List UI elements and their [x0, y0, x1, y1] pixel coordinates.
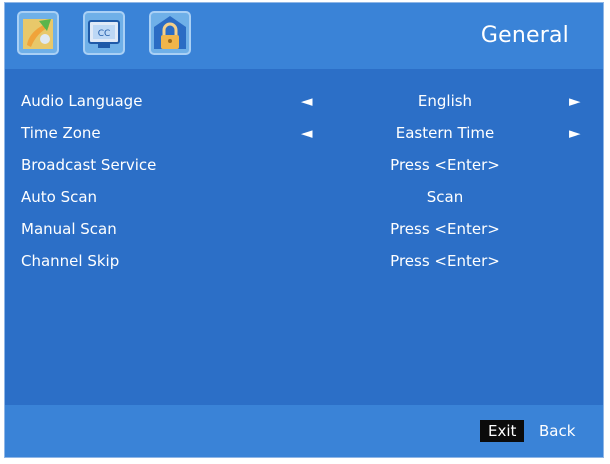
back-label: Back — [539, 422, 576, 440]
header-bar: CC General — [5, 3, 603, 69]
menu-item-label: Audio Language — [21, 92, 143, 110]
menu-item-manual-scan[interactable]: Manual Scan Press <Enter> — [5, 213, 603, 245]
right-arrow-icon[interactable]: ► — [569, 117, 581, 149]
settings-menu: Audio Language ◄ English ► Time Zone ◄ E… — [5, 85, 603, 277]
menu-item-channel-skip[interactable]: Channel Skip Press <Enter> — [5, 245, 603, 277]
menu-item-label: Channel Skip — [21, 252, 120, 270]
menu-item-value: Press <Enter> — [390, 220, 500, 238]
exit-button[interactable]: Exit — [480, 420, 525, 442]
page-title: General — [480, 23, 569, 48]
menu-item-label: Auto Scan — [21, 188, 98, 206]
footer-bar: Exit Back — [5, 405, 603, 457]
left-arrow-icon[interactable]: ◄ — [301, 85, 313, 117]
lock-icon[interactable] — [149, 11, 191, 55]
menu-item-value: English — [417, 92, 473, 110]
svg-text:CC: CC — [98, 29, 111, 39]
osd-panel: CC General Audio Language ◄ English ► Ti… — [4, 2, 604, 458]
picture-icon[interactable] — [17, 11, 59, 55]
menu-item-time-zone[interactable]: Time Zone ◄ Eastern Time ► — [5, 117, 603, 149]
right-arrow-icon[interactable]: ► — [569, 85, 581, 117]
menu-item-label: Manual Scan — [21, 220, 117, 238]
left-arrow-icon[interactable]: ◄ — [301, 117, 313, 149]
menu-item-broadcast-service[interactable]: Broadcast Service Press <Enter> — [5, 149, 603, 181]
menu-item-value: Press <Enter> — [390, 252, 500, 270]
menu-item-value: Eastern Time — [395, 124, 495, 142]
menu-item-label: Broadcast Service — [21, 156, 157, 174]
menu-item-value: Scan — [426, 188, 464, 206]
menu-item-value: Press <Enter> — [390, 156, 500, 174]
menu-item-audio-language[interactable]: Audio Language ◄ English ► — [5, 85, 603, 117]
menu-item-auto-scan[interactable]: Auto Scan Scan — [5, 181, 603, 213]
menu-item-label: Time Zone — [21, 124, 101, 142]
cc-icon[interactable]: CC — [83, 11, 125, 55]
